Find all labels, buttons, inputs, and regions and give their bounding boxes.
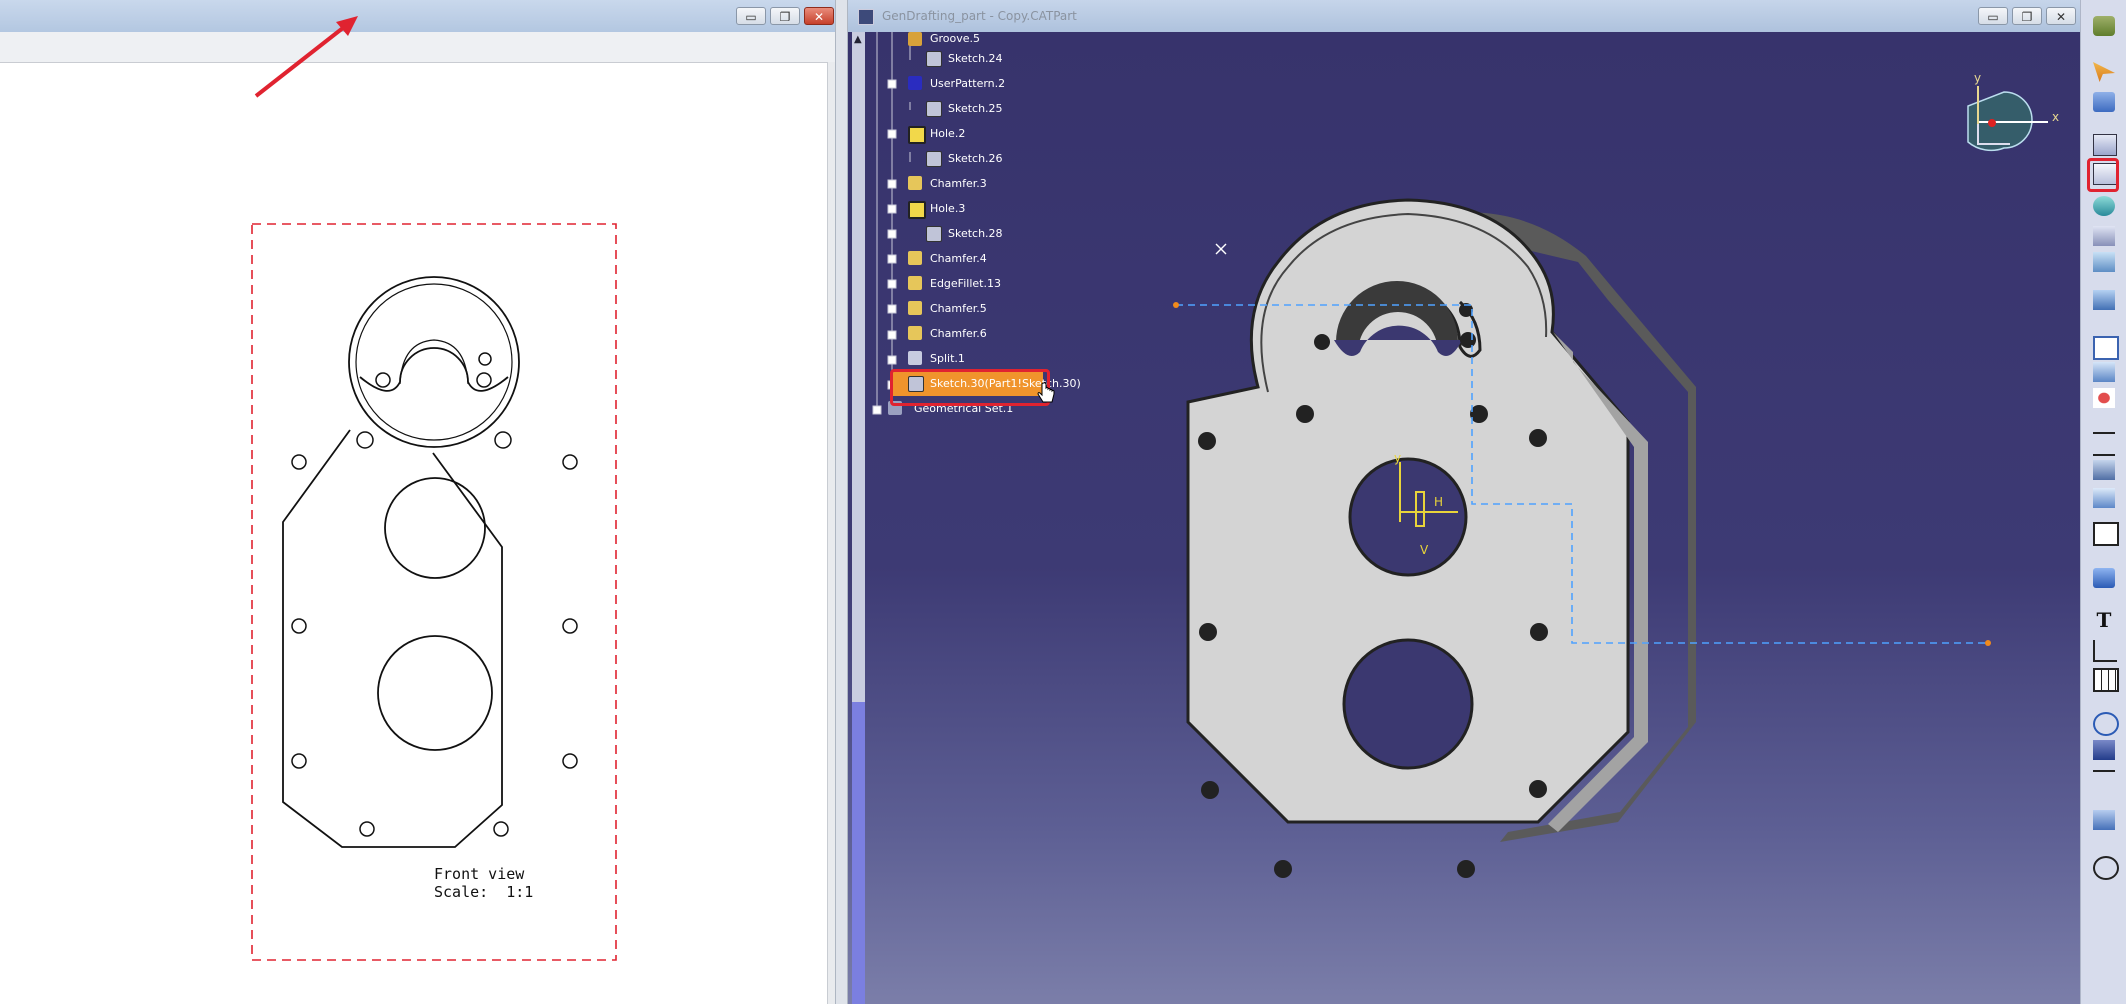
analysis-icon[interactable] <box>2093 488 2115 508</box>
scale-caption: Scale: 1:1 <box>434 883 534 901</box>
point-icon[interactable] <box>2093 712 2119 736</box>
window-splitter[interactable] <box>835 0 848 1004</box>
catia-app-icon <box>858 9 874 25</box>
text-icon[interactable]: T <box>2093 610 2115 630</box>
drawing-menu-bar <box>0 32 835 63</box>
close-button[interactable]: ✕ <box>804 7 834 25</box>
annotation-arrow-icon <box>254 16 358 98</box>
minimize-button[interactable]: ▭ <box>1978 7 2008 25</box>
mirror-icon[interactable] <box>2093 226 2115 246</box>
part-window: GenDrafting_part - Copy.CATPart ▭ ❐ ✕ ▲ <box>848 0 2080 1004</box>
restore-button[interactable]: ❐ <box>770 7 800 25</box>
snap-icon[interactable] <box>2093 362 2115 382</box>
rectangle-icon[interactable] <box>2093 336 2119 360</box>
front-view-drawing[interactable] <box>250 222 620 964</box>
view-icon[interactable] <box>2093 856 2119 880</box>
close-button[interactable]: ✕ <box>2046 7 2076 25</box>
window-title: GenDrafting_part - Copy.CATPart <box>882 9 1077 23</box>
annotation-icon[interactable] <box>2093 522 2119 546</box>
tools-toolbar: T <box>2080 0 2126 1004</box>
constraint-icon[interactable] <box>2093 388 2115 408</box>
pattern-icon[interactable] <box>2093 290 2115 310</box>
dimension-icon[interactable] <box>2093 432 2115 456</box>
projection-icon[interactable] <box>2093 640 2117 662</box>
toolbar-annotation-box <box>2087 158 2119 192</box>
layers-icon[interactable] <box>2093 770 2115 792</box>
compass-tool-icon[interactable] <box>2093 810 2115 830</box>
construction-line <box>1173 302 1991 646</box>
3d-viewport[interactable]: ▲ Groove.5 Sketch.24 UserPattern.2 Sketc… <box>848 32 2080 1004</box>
fly-mode-icon[interactable] <box>2093 62 2115 82</box>
part-window-titlebar[interactable]: GenDrafting_part - Copy.CATPart ▭ ❐ ✕ <box>848 0 2080 32</box>
drawing-window: ▭ ❐ ✕ Front view Scale: 1:1 <box>0 0 836 1004</box>
minimize-button[interactable]: ▭ <box>736 7 766 25</box>
translate-icon[interactable] <box>2093 196 2115 216</box>
select-icon[interactable] <box>2093 16 2115 36</box>
axis-icon[interactable] <box>2093 740 2115 760</box>
rotate-icon[interactable] <box>2093 134 2117 156</box>
grid-icon[interactable] <box>2093 252 2115 272</box>
table-icon[interactable] <box>2093 668 2119 692</box>
check-icon[interactable] <box>2093 568 2115 588</box>
view-caption: Front view <box>434 865 525 883</box>
measure-icon[interactable] <box>2093 460 2115 480</box>
restore-button[interactable]: ❐ <box>2012 7 2042 25</box>
sketch-icon[interactable] <box>2093 92 2115 112</box>
drawing-window-titlebar[interactable]: ▭ ❐ ✕ <box>0 0 835 32</box>
